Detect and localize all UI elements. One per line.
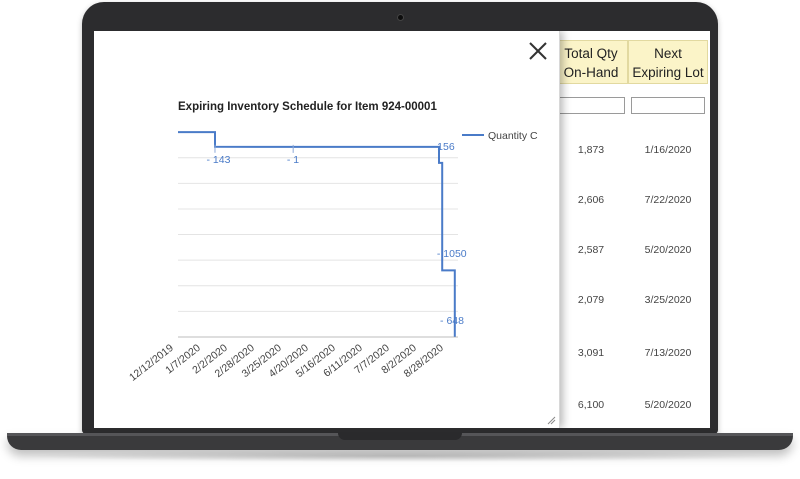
cell-lot: 5/20/2020 — [644, 399, 692, 411]
laptop-screen: Total Qty On-Hand Next Expiring Lot 1,87… — [94, 31, 710, 428]
header-total-qty-line2: On-Hand — [563, 65, 619, 80]
header-next-lot-line1: Next — [654, 46, 682, 61]
camera-dot — [398, 15, 403, 20]
laptop-notch — [338, 433, 462, 440]
header-next-expiring-lot[interactable]: Next Expiring Lot — [628, 40, 708, 84]
cell-lot: 1/16/2020 — [644, 144, 692, 156]
filter-input-total-qty[interactable] — [557, 97, 625, 114]
cell-qty: 1,873 — [577, 144, 605, 156]
data-label: - 648 — [440, 315, 464, 327]
cell-lot: 7/13/2020 — [644, 347, 692, 359]
cell-qty: 3,091 — [577, 347, 605, 359]
inventory-table: Total Qty On-Hand Next Expiring Lot 1,87… — [546, 36, 710, 428]
cell-qty: 2,587 — [577, 244, 605, 256]
data-label: - 143 — [207, 154, 231, 166]
cell-qty: 6,100 — [577, 399, 605, 411]
header-total-qty-line1: Total Qty — [564, 46, 618, 61]
cell-qty: 2,606 — [577, 194, 605, 206]
filter-input-next-lot[interactable] — [631, 97, 705, 114]
cell-lot: 3/25/2020 — [644, 294, 692, 306]
chart-modal: Expiring Inventory Schedule for Item 924… — [94, 31, 560, 428]
line-chart: - 143- 1-156- 1050- 648 12/12/20191/7/20… — [127, 130, 538, 384]
data-label: -156 — [434, 141, 455, 153]
data-label: - 1050 — [437, 248, 467, 260]
header-next-lot-line2: Expiring Lot — [632, 65, 704, 80]
header-total-qty[interactable]: Total Qty On-Hand — [554, 40, 628, 84]
data-label: - 1 — [287, 154, 299, 166]
cell-lot: 7/22/2020 — [644, 194, 692, 206]
cell-qty: 2,079 — [577, 294, 605, 306]
laptop-shadow — [20, 450, 780, 462]
cell-lot: 5/20/2020 — [644, 244, 692, 256]
resize-handle-icon[interactable] — [546, 415, 556, 425]
legend-label[interactable]: Quantity C — [488, 130, 538, 142]
